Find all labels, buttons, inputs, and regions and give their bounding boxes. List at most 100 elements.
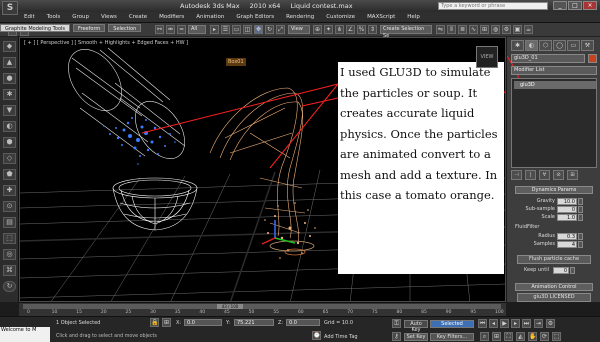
dynamics-params-rollout[interactable]: Dynamics Params [515,186,593,194]
minimize-button[interactable]: _ [553,1,567,10]
select-link-icon[interactable]: ⚯ [155,25,164,34]
orbit-icon[interactable]: ⟳ [540,332,549,341]
keep-until-spinner[interactable] [570,267,575,274]
rect-selection-icon[interactable]: ▭ [232,25,241,34]
go-to-start-icon[interactable]: ⏮ [478,319,487,328]
select-object-icon[interactable]: ▸ [210,25,219,34]
schematic-view-icon[interactable]: ⊞ [480,25,489,34]
zoom-icon[interactable]: ⌕ [480,332,489,341]
scale-field[interactable]: 1.0 [557,214,577,221]
pivot-center-icon[interactable]: ⊕ [313,25,322,34]
x-coordinate-field[interactable]: 0.0 [184,319,222,326]
display-tab-icon[interactable]: ▭ [567,40,580,51]
move-icon[interactable]: ✥ [254,25,263,34]
spinner-snap-icon[interactable]: ⇕ [368,25,377,34]
select-manipulate-icon[interactable]: ✦ [324,25,333,34]
tool-icon-3[interactable]: ● [3,73,16,84]
utilities-tab-icon[interactable]: ⚒ [581,40,594,51]
object-name-field[interactable]: glu3D_01 [511,54,585,63]
viewcube-icon[interactable]: VIEW [476,46,498,68]
curve-editor-icon[interactable]: ∿ [469,25,478,34]
sub-sample-spinner[interactable] [578,206,583,213]
menu-create[interactable]: Create [129,14,147,22]
render-setup-icon[interactable]: ⚙ [502,25,511,34]
tab-selection[interactable]: Selection [108,24,142,32]
menu-views[interactable]: Views [101,14,117,22]
animation-control-rollout[interactable]: Animation Control [515,283,593,291]
tab-graphite-modeling-tools[interactable]: Graphite Modeling Tools [0,24,71,32]
key-mode-icon[interactable]: ⇥ [534,319,543,328]
tool-icon-8[interactable]: ◇ [3,153,16,164]
modifier-list-dropdown[interactable]: Modifier List [511,66,597,75]
menu-customize[interactable]: Customize [326,14,355,22]
pan-icon[interactable]: ✋ [528,332,537,341]
object-color-swatch[interactable] [588,54,597,63]
gravity-spinner[interactable] [578,198,583,205]
tab-freeform[interactable]: Freeform [73,24,106,32]
remove-modifier-icon[interactable]: ⊘ [553,170,564,180]
set-key-icon[interactable]: ⚷ [392,332,401,341]
menu-edit[interactable]: Edit [24,14,35,22]
samples-spinner[interactable] [578,241,583,248]
percent-snap-icon[interactable]: % [357,25,366,34]
material-editor-icon[interactable]: ◍ [491,25,500,34]
show-end-result-icon[interactable]: | [525,170,536,180]
unlink-icon[interactable]: ⚮ [166,25,175,34]
auto-key-button[interactable]: Auto Key [404,320,428,333]
samples-field[interactable]: 4 [557,241,577,248]
maximize-button[interactable]: □ [568,1,582,10]
stack-item-glu3d[interactable]: glu3D [514,81,596,89]
keep-until-field[interactable]: 0 [553,267,569,274]
menu-maxscript[interactable]: MAXScript [367,14,395,22]
z-coordinate-field[interactable]: 0.0 [286,319,320,326]
zoom-extents-icon[interactable]: ⛶ [504,332,513,341]
layer-manager-icon[interactable]: ≣ [458,25,467,34]
snaps-toggle-icon[interactable]: ⋔ [335,25,344,34]
reference-coordinate-dropdown[interactable]: View [288,25,310,34]
tool-icon-4[interactable]: ✱ [3,89,16,100]
add-time-tag[interactable]: Add Time Tag [324,334,358,340]
tool-icon-9[interactable]: ⬟ [3,169,16,180]
tool-icon-5[interactable]: ▼ [3,105,16,116]
tool-icon-10[interactable]: ✚ [3,185,16,196]
scale-icon[interactable]: ⤢ [276,25,285,34]
glu3d-licensed-button[interactable]: glu3D LICENSED [517,293,591,302]
make-unique-icon[interactable]: ∀ [539,170,550,180]
tool-icon-6[interactable]: ◐ [3,121,16,132]
key-filters-button[interactable]: Key Filters... [430,333,474,341]
app-logo-icon[interactable]: S [2,1,18,15]
next-frame-icon[interactable]: ▸ [511,319,520,328]
menu-animation[interactable]: Animation [196,14,224,22]
keyword-search-input[interactable]: Type a keyword or phrase [438,2,548,10]
y-coordinate-field[interactable]: 75.221 [234,319,274,326]
zoom-all-icon[interactable]: ⊞ [492,332,501,341]
set-key-button[interactable]: Set Key [404,333,428,341]
menu-rendering[interactable]: Rendering [286,14,314,22]
tool-icon-11[interactable]: ⊙ [3,201,16,212]
menu-group[interactable]: Group [72,14,89,22]
go-to-end-icon[interactable]: ⏭ [522,319,531,328]
tool-icon-7[interactable]: ⬢ [3,137,16,148]
menu-graph-editors[interactable]: Graph Editors [236,14,274,22]
time-tag-icon[interactable]: ⌚ [312,331,321,340]
tool-icon-2[interactable]: ▲ [3,57,16,68]
tool-icon-15[interactable]: ⌘ [3,265,16,276]
menu-help[interactable]: Help [407,14,420,22]
mirror-icon[interactable]: ⇋ [436,25,445,34]
selected-dropdown[interactable]: Selected [430,320,474,328]
tool-icon-1[interactable]: ◆ [3,41,16,52]
select-by-name-icon[interactable]: ☰ [221,25,230,34]
gravity-field[interactable]: 10.0 [557,198,577,205]
bind-space-warp-icon[interactable]: ≈ [177,25,186,34]
hierarchy-tab-icon[interactable]: ⬡ [539,40,552,51]
motion-tab-icon[interactable]: ◯ [553,40,566,51]
field-of-view-icon[interactable]: ◭ [516,332,525,341]
prev-frame-icon[interactable]: ◂ [489,319,498,328]
pin-stack-icon[interactable]: ⊣ [511,170,522,180]
rotate-icon[interactable]: ↻ [265,25,274,34]
tool-icon-12[interactable]: ▤ [3,217,16,228]
viewport-label[interactable]: [ + ] [ Perspective ] [ Smooth + Highlig… [24,40,188,46]
angle-snap-icon[interactable]: ∠ [346,25,355,34]
rendered-frame-icon[interactable]: ▣ [513,25,522,34]
create-tab-icon[interactable]: ✱ [511,40,524,51]
